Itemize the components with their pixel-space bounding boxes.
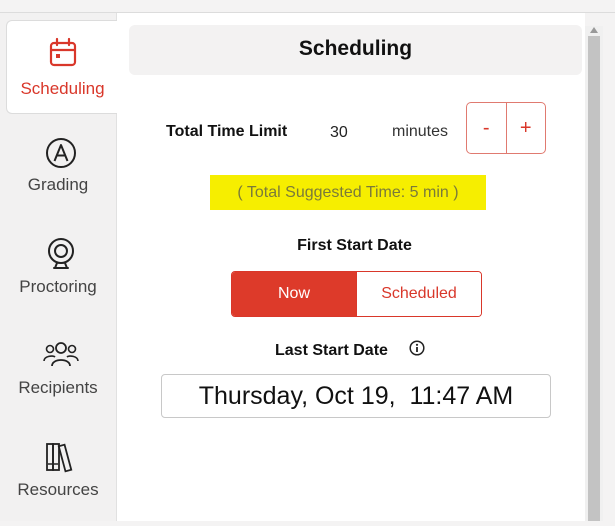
sidebar-item-label: Recipients bbox=[18, 378, 98, 397]
calendar-icon bbox=[49, 37, 77, 67]
sidebar-item-resources[interactable]: Resources bbox=[0, 436, 116, 526]
sidebar-item-grading[interactable]: Grading bbox=[0, 131, 116, 221]
time-limit-input[interactable]: 30 bbox=[330, 124, 370, 142]
time-limit-label: Total Time Limit bbox=[166, 123, 288, 140]
info-icon[interactable] bbox=[409, 340, 425, 356]
time-limit-stepper: - + bbox=[466, 102, 546, 154]
books-icon bbox=[46, 443, 73, 473]
sidebar-item-scheduling[interactable]: Scheduling bbox=[6, 20, 118, 114]
scheduled-option-button[interactable]: Scheduled bbox=[356, 272, 481, 316]
suggested-time-note: ( Total Suggested Time: 5 min ) bbox=[210, 175, 486, 210]
last-start-date-field[interactable]: Thursday, Oct 19, 11:47 AM bbox=[161, 374, 551, 418]
scheduling-panel: Scheduling bbox=[117, 13, 585, 521]
now-option-button[interactable]: Now bbox=[232, 272, 356, 316]
scrollbar-thumb[interactable] bbox=[588, 36, 600, 521]
first-start-date-label: First Start Date bbox=[297, 237, 412, 254]
sidebar-item-label: Scheduling bbox=[20, 79, 105, 98]
panel-header: Scheduling bbox=[129, 25, 582, 75]
sidebar-item-recipients[interactable]: Recipients bbox=[0, 334, 116, 424]
decrement-button[interactable]: - bbox=[467, 103, 507, 153]
increment-button[interactable]: + bbox=[507, 103, 546, 153]
sidebar-item-label: Proctoring bbox=[19, 277, 97, 296]
grading-a-icon bbox=[46, 138, 76, 168]
sidebar-item-label: Grading bbox=[27, 175, 89, 194]
people-icon bbox=[43, 342, 79, 367]
sidebar: Scheduling Grading Proctoring Recipients bbox=[0, 13, 118, 521]
first-start-toggle: Now Scheduled bbox=[231, 271, 482, 317]
sidebar-item-label: Resources bbox=[17, 480, 99, 499]
scroll-up-arrow-icon[interactable] bbox=[590, 27, 598, 33]
last-start-date-label: Last Start Date bbox=[275, 342, 388, 359]
time-limit-unit: minutes bbox=[392, 123, 449, 140]
page-title: Scheduling bbox=[298, 37, 413, 60]
